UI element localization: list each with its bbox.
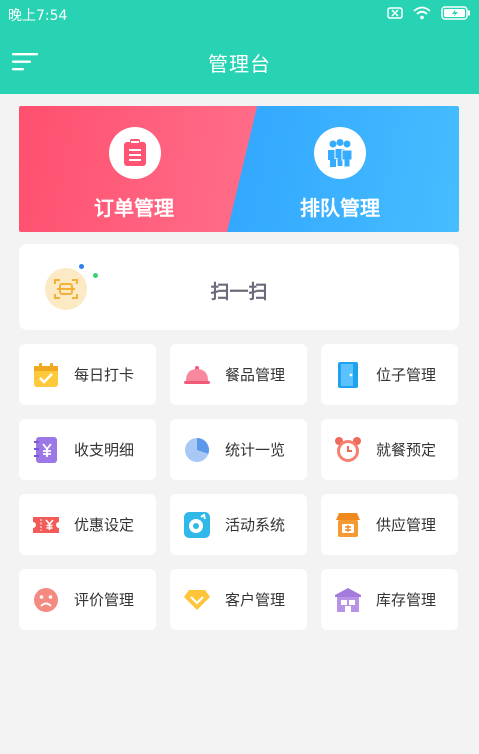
notification-off-icon [387,7,403,23]
tile-label: 优惠设定 [74,516,135,534]
tile-label: 统计一览 [225,441,286,459]
coupon-yen-icon [32,511,60,539]
tile-customer-management[interactable]: 客户管理 [170,569,307,630]
pie-chart-icon [183,436,211,464]
queue-management-card[interactable]: 排队管理 [227,106,459,232]
status-bar: 晚上7:54 [0,0,479,30]
status-time: 晚上7:54 [8,8,68,24]
diamond-icon [183,586,211,614]
tile-daily-checkin[interactable]: 每日打卡 [19,344,156,405]
battery-icon [441,6,471,24]
scan-dot-blue [79,264,84,269]
supply-shop-icon [334,511,362,539]
tile-review-management[interactable]: 评价管理 [19,569,156,630]
app-bar: 管理台 [0,30,479,94]
tile-statistics[interactable]: 统计一览 [170,419,307,480]
tile-label: 收支明细 [74,441,135,459]
order-management-card[interactable]: 订单管理 [19,106,259,232]
scan-button[interactable]: 扫一扫 [19,244,459,330]
function-grid: 每日打卡 餐品管理 位子管理 收支明细 统计一览 就餐预定 优惠设定 活动系统 … [19,344,459,630]
door-icon [334,361,362,389]
tile-dining-reservation[interactable]: 就餐预定 [321,419,458,480]
tile-label: 位子管理 [376,366,437,384]
tile-supply-management[interactable]: 供应管理 [321,494,458,555]
hero-cards: 订单管理 排队管理 [19,106,459,232]
scan-label: 扫一扫 [210,281,268,303]
tile-label: 每日打卡 [74,366,135,384]
tile-inventory-management[interactable]: 库存管理 [321,569,458,630]
tile-label: 评价管理 [74,591,135,609]
menu-icon[interactable] [12,52,38,72]
tile-activity-system[interactable]: 活动系统 [170,494,307,555]
status-icons [387,6,471,24]
sad-face-icon [32,586,60,614]
warehouse-icon [334,586,362,614]
tile-label: 库存管理 [376,591,437,609]
activity-disc-icon [183,511,211,539]
order-management-label: 订单管理 [94,196,174,220]
page-title: 管理台 [208,51,271,76]
wifi-icon [413,6,431,24]
tile-income-expense[interactable]: 收支明细 [19,419,156,480]
tile-label: 餐品管理 [225,366,286,384]
alarm-clock-icon [334,436,362,464]
queue-people-icon [314,127,366,179]
tile-meal-management[interactable]: 餐品管理 [170,344,307,405]
tile-label: 活动系统 [225,516,286,534]
queue-management-label: 排队管理 [300,196,380,220]
tile-label: 就餐预定 [376,441,437,459]
food-cloche-icon [183,361,211,389]
order-clipboard-icon [109,127,161,179]
tile-seat-management[interactable]: 位子管理 [321,344,458,405]
calendar-check-icon [32,361,60,389]
tile-label: 客户管理 [225,591,286,609]
tile-label: 供应管理 [376,516,437,534]
tile-discount-settings[interactable]: 优惠设定 [19,494,156,555]
ledger-yen-icon [32,436,60,464]
